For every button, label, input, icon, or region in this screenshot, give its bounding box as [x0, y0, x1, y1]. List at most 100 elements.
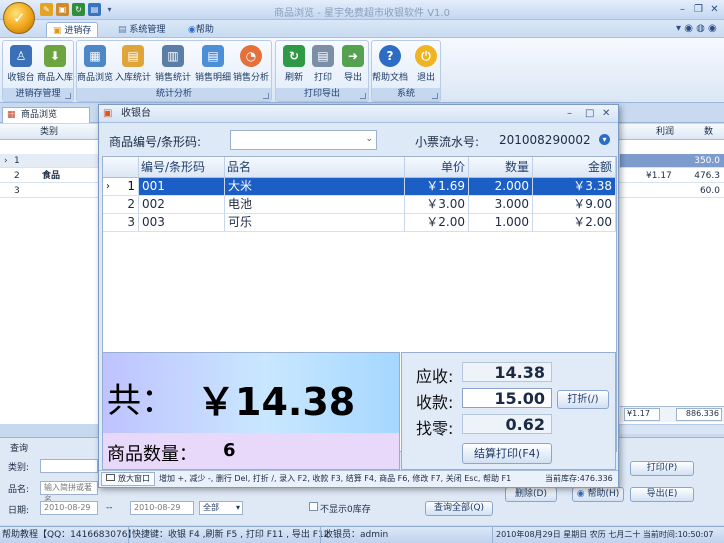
export-query-button[interactable]: 导出(E): [630, 487, 694, 502]
cashier-dialog: ▣ 收银台 – □ ✕ 商品编号/条形码: ⌄ 小票流水号: 201008290…: [98, 104, 619, 488]
sales-analysis-button[interactable]: ◔ 销售分析: [233, 45, 269, 89]
group-launcher-icon[interactable]: [360, 93, 366, 99]
sales-detail-button[interactable]: ▤ 销售明细: [195, 45, 231, 89]
group-print-export: ↻ 刷新 ▤ 打印 ➜ 导出 打印导出: [275, 40, 369, 102]
minimize-icon[interactable]: –: [676, 4, 689, 16]
product-code-label: 商品编号/条形码:: [109, 135, 202, 149]
line-header-price[interactable]: 单价: [405, 157, 469, 178]
table-row[interactable]: 3 003 可乐 ￥2.00 1.000 ￥2.00: [103, 214, 616, 232]
doc-tab-icon: ▦: [7, 110, 16, 120]
group-caption: 进销存管理: [3, 88, 73, 101]
settings-tab-icon: ▤: [118, 25, 127, 35]
tab-purchase-sales[interactable]: ▣ 进销存: [46, 22, 99, 38]
help-query-button[interactable]: ◉ 帮助(H): [572, 487, 624, 502]
hide-zero-checkbox[interactable]: [309, 502, 318, 511]
receipt-no-value: 201008290002: [499, 133, 591, 147]
home-tab-icon: ▣: [53, 26, 62, 36]
dialog-minimize-icon[interactable]: –: [567, 105, 572, 123]
keyboard-hints: 增加 +, 减少 -, 删行 Del, 打折 /, 录入 F2, 收款 F3, …: [159, 474, 512, 483]
group-caption: 打印导出: [276, 88, 368, 101]
tab-product-browse[interactable]: ▦ 商品浏览: [2, 107, 90, 123]
group-caption: 统计分析: [77, 88, 271, 101]
app-logo-icon: ✓: [13, 9, 26, 27]
line-header-qty[interactable]: 数量: [469, 157, 533, 178]
product-grid-icon: ▦: [84, 45, 106, 67]
grid-header-category[interactable]: 类别: [40, 124, 90, 140]
stock-in-stats-button[interactable]: ▤ 入库统计: [115, 45, 151, 89]
status-bar: 帮助教程【QQ：1416683076】 快捷键：收银 F4 ,刷新 F5 , 打…: [0, 526, 724, 543]
date-label: 日期:: [8, 506, 30, 516]
help-tab-icon: ◉: [188, 25, 196, 35]
line-header-num: [103, 157, 139, 178]
cashier-window-icon: ▣: [103, 108, 113, 119]
tab-row-style-icons[interactable]: ▾ ◉ ◍ ◉: [676, 23, 717, 34]
date-mode-select[interactable]: 全部 ▾: [199, 501, 243, 515]
info-icon[interactable]: ▾: [599, 134, 610, 145]
count-value: 6: [223, 440, 236, 461]
stock-in-button[interactable]: ⬇ 商品入库: [37, 45, 73, 89]
books-icon: ▤: [122, 45, 144, 67]
line-header-amount[interactable]: 金额: [533, 157, 616, 178]
query-title: 查询: [10, 444, 29, 454]
export-button[interactable]: ➜ 导出: [335, 45, 371, 89]
ribbon: ♙ 收银台 ⬇ 商品入库 进销存管理 ▦ 商品浏览 ▤ 入库统计 ▥ 销售统计 ▤ 销售明细…: [0, 37, 724, 103]
chevron-down-icon: ⌄: [365, 134, 373, 144]
dialog-hint-bar: 放大窗口 增加 +, 减少 -, 删行 Del, 打折 /, 录入 F2, 收款…: [99, 470, 618, 487]
amount-paid-input[interactable]: 15.00: [462, 388, 552, 408]
ribbon-tab-row: ▣ 进销存 ▤ 系统管理 ◉帮助 ▾ ◉ ◍ ◉: [0, 20, 724, 38]
stock-in-arrow-icon: ⬇: [44, 45, 66, 67]
date-range-separator: --: [106, 503, 113, 513]
total-label: 共：: [107, 381, 175, 421]
help-doc-button[interactable]: ? 帮助文档: [372, 45, 408, 89]
group-inventory-management: ♙ 收银台 ⬇ 商品入库 进销存管理: [2, 40, 74, 102]
sales-stats-button[interactable]: ▥ 销售统计: [155, 45, 191, 89]
cashier-button[interactable]: ♙ 收银台: [3, 45, 39, 89]
window-icon: [106, 474, 115, 481]
tab-system-admin[interactable]: ▤ 系统管理: [112, 22, 171, 38]
group-launcher-icon[interactable]: [432, 93, 438, 99]
count-band: 商品数量： 6: [103, 433, 399, 469]
refresh-icon: ↻: [283, 45, 305, 67]
table-row[interactable]: 2 002 电池 ￥3.00 3.000 ￥9.00: [103, 196, 616, 214]
name-search-input[interactable]: 输入简拼或著名: [40, 481, 98, 504]
total-display: 共： ￥14.38 商品数量： 6: [102, 352, 400, 470]
horizontal-scrollbar[interactable]: [620, 424, 724, 434]
grid-header-profit[interactable]: 利润: [656, 124, 686, 140]
count-label: 商品数量：: [107, 444, 197, 465]
dialog-close-icon[interactable]: ✕: [602, 105, 610, 123]
product-code-input[interactable]: ⌄: [230, 130, 377, 150]
help-tutorial-link[interactable]: 帮助教程【QQ：1416683076】: [2, 527, 136, 543]
app-orb-button[interactable]: ✓: [3, 2, 35, 34]
group-launcher-icon[interactable]: [263, 93, 269, 99]
line-header-name[interactable]: 品名: [225, 157, 405, 178]
grid-header-qty[interactable]: 数: [704, 124, 724, 140]
group-launcher-icon[interactable]: [65, 93, 71, 99]
category-select[interactable]: [40, 459, 98, 473]
group-statistics: ▦ 商品浏览 ▤ 入库统计 ▥ 销售统计 ▤ 销售明细 ◔ 销售分析 统计分析: [76, 40, 272, 102]
close-icon[interactable]: ✕: [708, 4, 721, 16]
query-all-button[interactable]: 查询全部(Q): [425, 501, 493, 516]
amount-due-value: 14.38: [462, 362, 552, 382]
enlarge-window-button[interactable]: 放大窗口: [101, 472, 155, 486]
print-query-button[interactable]: 打印(P): [630, 461, 694, 476]
tab-help[interactable]: ◉帮助: [182, 22, 220, 38]
product-browse-button[interactable]: ▦ 商品浏览: [77, 45, 113, 89]
export-icon: ➜: [342, 45, 364, 67]
settle-print-button[interactable]: 结算打印(F4): [462, 443, 552, 464]
group-system: ? 帮助文档 ⏻ 退出 系统: [371, 40, 441, 102]
exit-button[interactable]: ⏻ 退出: [408, 45, 444, 89]
delete-button[interactable]: 删除(D): [505, 487, 557, 502]
cashier-user: 收银员：admin: [320, 527, 388, 543]
date-to-input[interactable]: 2010-08-29: [130, 501, 194, 515]
help-question-icon: ?: [379, 45, 401, 67]
dialog-title-bar[interactable]: ▣ 收银台 – □ ✕: [99, 105, 618, 123]
row-pointer-icon: ›: [106, 181, 110, 192]
date-from-input[interactable]: 2010-08-29: [40, 501, 98, 515]
restore-icon[interactable]: ❐: [692, 4, 705, 16]
line-header-code[interactable]: 编号/条形码: [139, 157, 225, 178]
dialog-maximize-icon[interactable]: □: [585, 105, 594, 123]
group-caption: 系统: [372, 88, 440, 101]
table-row[interactable]: › 1 001 大米 ￥1.69 2.000 ￥3.38: [103, 178, 616, 196]
discount-button[interactable]: 打折(/): [557, 390, 609, 409]
help-icon: ◉: [576, 489, 585, 499]
